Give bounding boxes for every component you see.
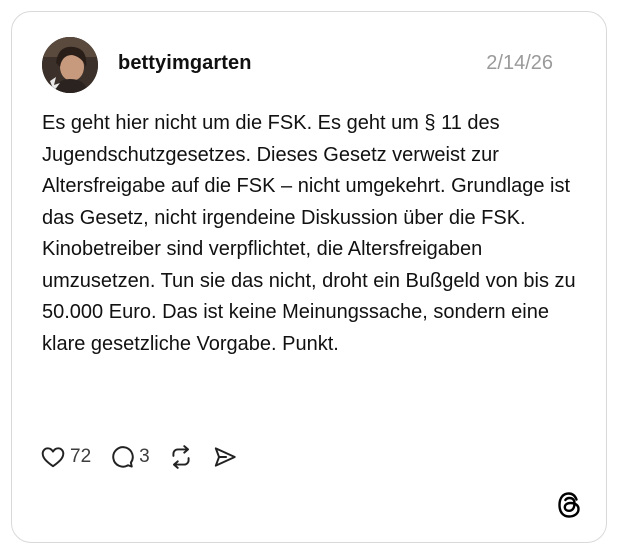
post-paragraph: Es geht hier nicht um die FSK. Es geht u… (42, 112, 571, 229)
reply-button[interactable]: 3 (109, 444, 150, 470)
avatar-image (42, 37, 98, 93)
comment-icon (112, 446, 134, 468)
post-text: Es geht hier nicht um die FSK. Es geht u… (42, 108, 582, 360)
threads-logo-icon (558, 492, 580, 518)
username[interactable]: bettyimgarten (118, 52, 252, 75)
share-button[interactable] (212, 444, 238, 470)
threads-logo[interactable] (556, 491, 582, 519)
like-button[interactable]: 72 (40, 444, 91, 470)
share-icon (214, 447, 236, 467)
reply-count: 3 (139, 446, 150, 467)
action-bar: 72 3 (40, 442, 256, 472)
repost-button[interactable] (168, 444, 194, 470)
post-paragraph: Kinobetreiber sind verpflichtet, die Alt… (42, 238, 576, 355)
avatar[interactable] (42, 37, 98, 93)
like-count: 72 (70, 446, 92, 467)
repost-icon (172, 445, 190, 469)
post-date: 2/14/26 (486, 52, 553, 74)
heart-icon (41, 447, 65, 468)
post-card: bettyimgarten 2/14/26 Es geht hier nicht… (11, 11, 607, 543)
